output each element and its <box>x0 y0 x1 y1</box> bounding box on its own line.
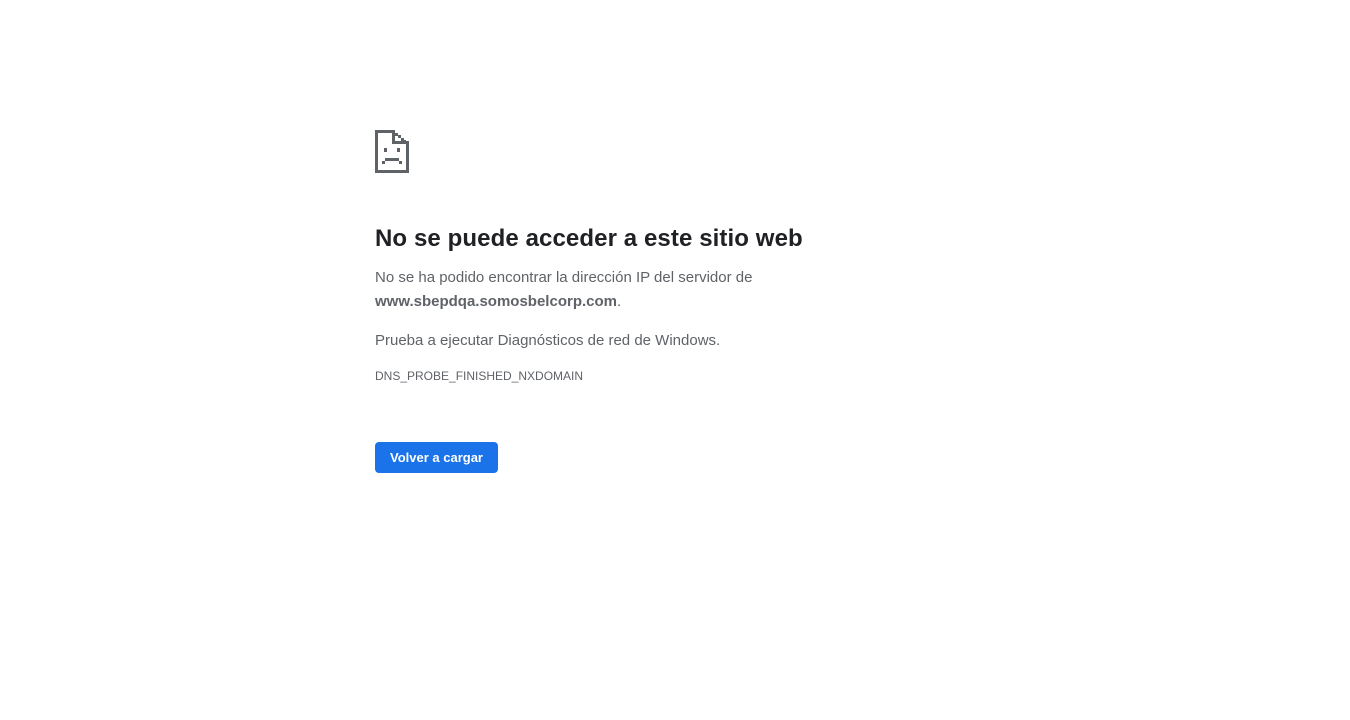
error-host: www.sbepdqa.somosbelcorp.com <box>375 293 617 310</box>
error-code: DNS_PROBE_FINISHED_NXDOMAIN <box>375 369 584 383</box>
error-message-suffix: . <box>617 293 622 310</box>
error-heading: No se puede acceder a este sitio web <box>375 225 803 252</box>
error-page-content: No se puede acceder a este sitio web No … <box>375 130 935 473</box>
error-message: No se ha podido encontrar la dirección I… <box>375 266 935 314</box>
error-suggestion: Prueba a ejecutar Diagnósticos de red de… <box>375 332 721 349</box>
error-message-text: No se ha podido encontrar la dirección I… <box>375 269 753 286</box>
reload-button[interactable]: Volver a cargar <box>375 442 498 473</box>
sad-document-icon <box>375 130 409 173</box>
